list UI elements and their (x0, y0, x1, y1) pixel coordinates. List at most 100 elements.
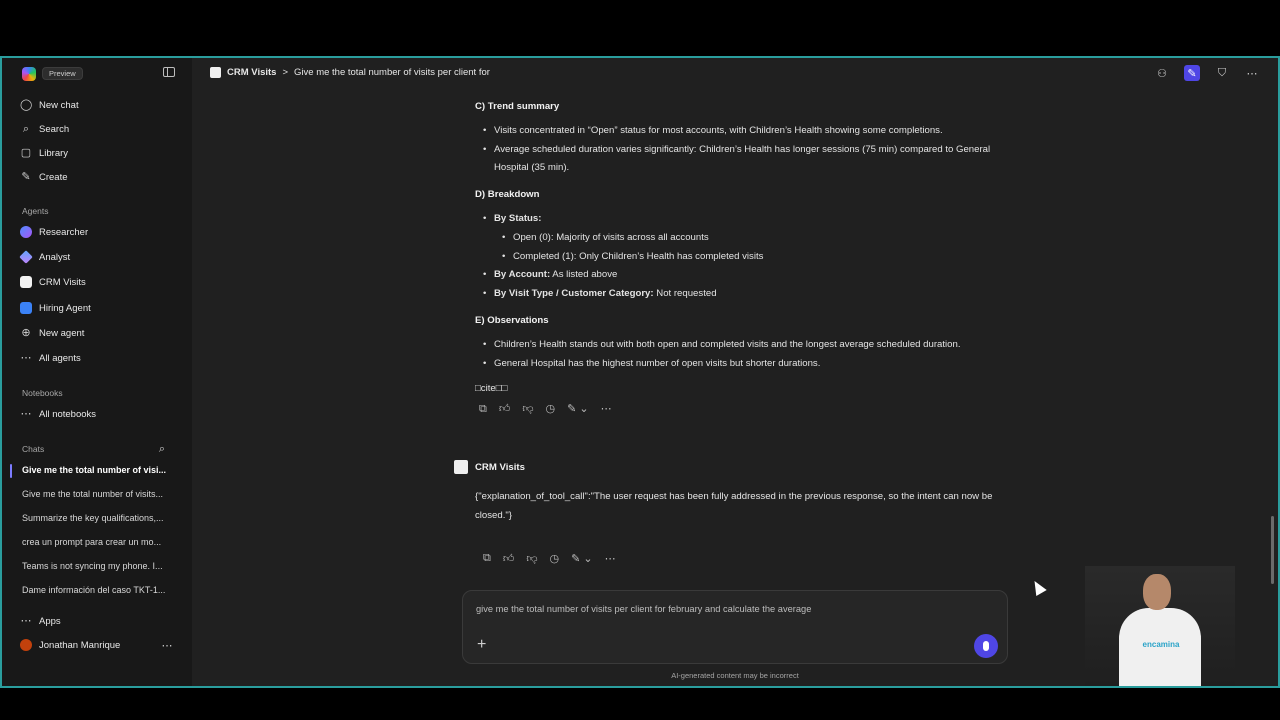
avatar (20, 639, 32, 651)
list-item: By Account: As listed above (475, 266, 995, 285)
breadcrumb: CRM Visits > Give me the total number of… (210, 67, 490, 78)
new-chat-icon: ◯ (20, 99, 33, 111)
edit-icon[interactable]: ✎ ⌄ (571, 552, 593, 565)
sidebar-item-library[interactable]: ▢ Library (20, 142, 68, 164)
copy-icon[interactable]: ⧉ (479, 400, 487, 419)
preview-badge: Preview (42, 67, 83, 80)
add-attachment-icon[interactable]: + (477, 637, 486, 653)
chat-item[interactable]: Dame información del caso TKT-1... (22, 585, 170, 595)
ai-disclaimer: AI-generated content may be incorrect (671, 671, 799, 680)
observations-list: Children’s Health stands out with both o… (475, 336, 995, 374)
trend-summary-list: Visits concentrated in “Open” status for… (475, 122, 995, 178)
message-actions: ⧉ 👍︎ 👎︎ ◷ ✎ ⌄ ⋯ (483, 548, 616, 568)
sidebar: Preview ◯ New chat ⌕ Search ▢ Library ✎ … (2, 58, 192, 686)
chat-item[interactable]: Summarize the key qualifications,... (22, 513, 170, 523)
history-icon[interactable]: ◷ (550, 552, 560, 565)
more-icon[interactable]: ⋯ (601, 400, 612, 419)
sidebar-item-search[interactable]: ⌕ Search (20, 118, 69, 140)
shield-icon[interactable]: ⛉ (1214, 65, 1230, 81)
thumbs-up-icon[interactable]: 👍︎ (499, 400, 511, 419)
more-options-icon[interactable]: ⋯ (1244, 65, 1260, 81)
sidebar-item-new-agent[interactable]: ⊕ New agent (20, 322, 84, 344)
sidebar-item-crm-visits[interactable]: CRM Visits (20, 271, 86, 293)
composer-input[interactable]: give me the total number of visits per c… (476, 604, 811, 614)
hiring-agent-icon (20, 302, 32, 314)
status-list: Open (0): Majority of visits across all … (494, 229, 995, 267)
chat-item[interactable]: Give me the total number of visi... (22, 465, 170, 475)
crm-visits-icon (210, 67, 221, 78)
by-type-value: Not requested (653, 288, 717, 300)
message-actions: ⧉ 👍︎ 👎︎ ◷ ✎ ⌄ ⋯ (479, 399, 995, 419)
citation-text: □cite□□ (475, 383, 508, 395)
message-composer[interactable]: give me the total number of visits per c… (462, 590, 1008, 664)
search-chats-icon[interactable]: ⌕ (156, 443, 168, 455)
user-more-icon[interactable]: ⋯ (161, 640, 173, 652)
breadcrumb-agent[interactable]: CRM Visits (227, 67, 276, 78)
chat-title[interactable]: Give me the total number of visits per c… (294, 67, 490, 78)
more-icon[interactable]: ⋯ (605, 552, 616, 565)
microphone-button[interactable] (974, 634, 998, 658)
copy-icon[interactable]: ⧉ (483, 552, 491, 565)
sidebar-item-label: New chat (39, 99, 79, 111)
sidebar-item-create[interactable]: ✎ Create (20, 166, 68, 188)
thumbs-down-icon[interactable]: 👎︎ (522, 400, 533, 419)
list-item: Open (0): Majority of visits across all … (494, 229, 995, 248)
crm-visits-icon (454, 460, 468, 474)
shirt-logo: encamina (1142, 640, 1180, 649)
sidebar-item-label: Search (39, 123, 70, 135)
collapse-sidebar-icon[interactable] (163, 67, 175, 77)
user-profile[interactable]: Jonathan Manrique (20, 634, 120, 656)
sidebar-item-hiring-agent[interactable]: Hiring Agent (20, 297, 91, 319)
sidebar-item-label: Create (39, 171, 68, 183)
sidebar-item-label: CRM Visits (39, 276, 86, 288)
sidebar-item-apps[interactable]: ⋯ Apps (20, 610, 61, 632)
crm-visits-icon (20, 276, 32, 288)
thumbs-down-icon[interactable]: 👎︎ (526, 552, 537, 565)
second-message-header: CRM Visits (454, 460, 525, 474)
top-bar: CRM Visits > Give me the total number of… (192, 58, 1278, 90)
list-item: Visits concentrated in “Open” status for… (475, 122, 995, 141)
by-account-value: As listed above (550, 269, 618, 281)
sidebar-item-label: All notebooks (39, 408, 97, 420)
chat-item[interactable]: Teams is not syncing my phone. I... (22, 561, 170, 571)
observations-heading: E) Observations (475, 314, 549, 326)
microphone-icon (983, 641, 989, 651)
sidebar-item-label: All agents (39, 352, 81, 364)
share-people-icon[interactable]: ⚇ (1154, 65, 1170, 81)
breakdown-heading: D) Breakdown (475, 189, 540, 201)
sidebar-item-analyst[interactable]: Analyst (19, 246, 71, 268)
by-status-label: By Status: (494, 212, 542, 224)
edit-icon[interactable]: ✎ ⌄ (567, 400, 589, 419)
message-agent-name: CRM Visits (475, 461, 525, 473)
scrollbar-thumb[interactable] (1271, 516, 1274, 584)
new-chat-edit-icon[interactable]: ✎ (1184, 65, 1200, 81)
list-item: By Status: Open (0): Majority of visits … (475, 210, 995, 266)
thumbs-up-icon[interactable]: 👍︎ (503, 552, 515, 565)
presenter-head (1143, 574, 1171, 610)
trend-summary-heading: C) Trend summary (475, 101, 560, 112)
webcam-overlay: encamina (1085, 566, 1235, 686)
active-chat-indicator (10, 464, 12, 478)
sidebar-item-all-notebooks[interactable]: ⋯ All notebooks (20, 403, 97, 425)
researcher-icon (20, 226, 32, 238)
chat-item[interactable]: Give me the total number of visits... (22, 489, 170, 499)
chat-item[interactable]: crea un prompt para crear un mo... (22, 537, 170, 547)
agents-heading: Agents (22, 206, 49, 216)
copilot-logo-icon[interactable] (22, 67, 36, 81)
sidebar-item-label: Analyst (39, 251, 71, 263)
top-actions: ⚇ ✎ ⛉ ⋯ (1154, 65, 1260, 81)
sidebar-item-researcher[interactable]: Researcher (20, 221, 88, 243)
citation-label: cite (480, 383, 496, 395)
scrollbar[interactable] (1270, 98, 1274, 618)
history-icon[interactable]: ◷ (546, 400, 556, 419)
sidebar-item-all-agents[interactable]: ⋯ All agents (20, 347, 81, 369)
second-message-body: {"explanation_of_tool_call":"The user re… (475, 491, 993, 521)
sidebar-item-label: Researcher (39, 226, 89, 238)
response-content: C) Trend summary Visits concentrated in … (475, 98, 995, 419)
search-icon: ⌕ (22, 123, 30, 135)
sidebar-item-label: Apps (39, 615, 61, 627)
breakdown-list: By Status: Open (0): Majority of visits … (475, 210, 995, 304)
breadcrumb-separator: > (282, 67, 289, 78)
sidebar-item-new-chat[interactable]: ◯ New chat (20, 94, 79, 116)
create-icon: ✎ (21, 171, 31, 183)
